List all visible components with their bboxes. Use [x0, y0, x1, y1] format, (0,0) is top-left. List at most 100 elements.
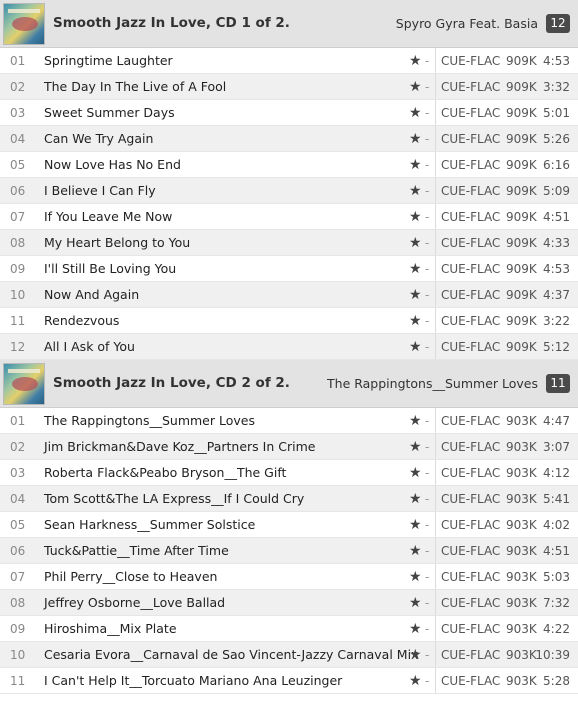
- star-icon[interactable]: ★: [409, 564, 422, 590]
- track-row[interactable]: 05 Sean Harkness__Summer Solstice ★ - CU…: [0, 512, 578, 538]
- star-icon[interactable]: ★: [409, 100, 422, 126]
- track-number: 11: [10, 674, 26, 688]
- column-divider: [435, 178, 436, 203]
- track-title: Roberta Flack&Peabo Bryson__The Gift: [44, 465, 287, 480]
- track-row[interactable]: 04 Tom Scott&The LA Express__If I Could …: [0, 486, 578, 512]
- star-icon[interactable]: ★: [409, 126, 422, 152]
- track-title: All I Ask of You: [44, 339, 135, 354]
- star-icon[interactable]: ★: [409, 178, 422, 204]
- track-number: 04: [10, 492, 26, 506]
- star-icon[interactable]: ★: [409, 308, 422, 334]
- track-row[interactable]: 01 The Rappingtons__Summer Loves ★ - CUE…: [0, 408, 578, 434]
- track-format: CUE-FLAC: [441, 544, 501, 558]
- track-format: CUE-FLAC: [441, 210, 501, 224]
- track-row[interactable]: 07 Phil Perry__Close to Heaven ★ - CUE-F…: [0, 564, 578, 590]
- star-icon[interactable]: ★: [409, 434, 422, 460]
- track-number: 04: [10, 132, 26, 146]
- track-row[interactable]: 02 The Day In The Live of A Fool ★ - CUE…: [0, 74, 578, 100]
- star-icon[interactable]: ★: [409, 334, 422, 360]
- star-icon[interactable]: ★: [409, 74, 422, 100]
- star-icon[interactable]: ★: [409, 152, 422, 178]
- track-title: Can We Try Again: [44, 131, 154, 146]
- track-list: 01 The Rappingtons__Summer Loves ★ - CUE…: [0, 408, 578, 694]
- star-icon[interactable]: ★: [409, 668, 422, 694]
- track-row[interactable]: 11 I Can't Help It__Torcuato Mariano Ana…: [0, 668, 578, 694]
- track-row[interactable]: 10 Cesaria Evora__Carnaval de Sao Vincen…: [0, 642, 578, 668]
- track-bitrate: 909K: [506, 314, 537, 328]
- star-icon[interactable]: ★: [409, 642, 422, 668]
- track-row[interactable]: 11 Rendezvous ★ - CUE-FLAC 909K 3:22: [0, 308, 578, 334]
- star-icon[interactable]: ★: [409, 486, 422, 512]
- track-bitrate: 909K: [506, 340, 537, 354]
- track-format: CUE-FLAC: [441, 340, 501, 354]
- track-number: 09: [10, 262, 26, 276]
- track-row[interactable]: 12 All I Ask of You ★ - CUE-FLAC 909K 5:…: [0, 334, 578, 360]
- column-divider: [435, 564, 436, 589]
- track-row[interactable]: 09 I'll Still Be Loving You ★ - CUE-FLAC…: [0, 256, 578, 282]
- star-icon[interactable]: ★: [409, 256, 422, 282]
- track-row[interactable]: 05 Now Love Has No End ★ - CUE-FLAC 909K…: [0, 152, 578, 178]
- album-header[interactable]: Smooth Jazz In Love, CD 2 of 2. The Rapp…: [0, 360, 578, 408]
- track-bitrate: 909K: [506, 106, 537, 120]
- album-cover[interactable]: [3, 363, 45, 405]
- track-number: 11: [10, 314, 26, 328]
- track-number: 01: [10, 54, 26, 68]
- track-count-badge: 11: [546, 374, 570, 393]
- track-duration: 6:16: [543, 158, 570, 172]
- playlist: Smooth Jazz In Love, CD 1 of 2. Spyro Gy…: [0, 0, 578, 694]
- track-title: Phil Perry__Close to Heaven: [44, 569, 218, 584]
- album-title: Smooth Jazz In Love, CD 1 of 2.: [53, 15, 290, 31]
- track-row[interactable]: 02 Jim Brickman&Dave Koz__Partners In Cr…: [0, 434, 578, 460]
- track-count-badge: 12: [546, 14, 570, 33]
- track-row[interactable]: 07 If You Leave Me Now ★ - CUE-FLAC 909K…: [0, 204, 578, 230]
- track-format: CUE-FLAC: [441, 648, 501, 662]
- track-title: Sean Harkness__Summer Solstice: [44, 517, 256, 532]
- column-divider: [435, 616, 436, 641]
- track-duration: 3:22: [543, 314, 570, 328]
- track-format: CUE-FLAC: [441, 236, 501, 250]
- track-row[interactable]: 08 My Heart Belong to You ★ - CUE-FLAC 9…: [0, 230, 578, 256]
- star-icon[interactable]: ★: [409, 512, 422, 538]
- track-number: 02: [10, 80, 26, 94]
- album-cover[interactable]: [3, 3, 45, 45]
- star-icon[interactable]: ★: [409, 616, 422, 642]
- track-bitrate: 903K: [506, 570, 537, 584]
- track-row[interactable]: 10 Now And Again ★ - CUE-FLAC 909K 4:37: [0, 282, 578, 308]
- track-row[interactable]: 06 I Believe I Can Fly ★ - CUE-FLAC 909K…: [0, 178, 578, 204]
- star-icon[interactable]: ★: [409, 590, 422, 616]
- star-icon[interactable]: ★: [409, 538, 422, 564]
- rating-dash: -: [425, 466, 430, 480]
- column-divider: [435, 126, 436, 151]
- track-row[interactable]: 01 Springtime Laughter ★ - CUE-FLAC 909K…: [0, 48, 578, 74]
- track-title: Rendezvous: [44, 313, 120, 328]
- rating-dash: -: [425, 674, 430, 688]
- track-number: 08: [10, 236, 26, 250]
- track-row[interactable]: 06 Tuck&Pattie__Time After Time ★ - CUE-…: [0, 538, 578, 564]
- track-number: 03: [10, 106, 26, 120]
- track-row[interactable]: 04 Can We Try Again ★ - CUE-FLAC 909K 5:…: [0, 126, 578, 152]
- star-icon[interactable]: ★: [409, 282, 422, 308]
- track-bitrate: 909K: [506, 158, 537, 172]
- track-title: The Day In The Live of A Fool: [44, 79, 227, 94]
- rating-dash: -: [425, 106, 430, 120]
- star-icon[interactable]: ★: [409, 408, 422, 434]
- column-divider: [435, 486, 436, 511]
- track-format: CUE-FLAC: [441, 80, 501, 94]
- track-duration: 5:01: [543, 106, 570, 120]
- track-row[interactable]: 09 Hiroshima__Mix Plate ★ - CUE-FLAC 903…: [0, 616, 578, 642]
- track-number: 03: [10, 466, 26, 480]
- star-icon[interactable]: ★: [409, 230, 422, 256]
- column-divider: [435, 668, 436, 693]
- track-duration: 5:09: [543, 184, 570, 198]
- track-row[interactable]: 03 Roberta Flack&Peabo Bryson__The Gift …: [0, 460, 578, 486]
- track-format: CUE-FLAC: [441, 414, 501, 428]
- column-divider: [435, 74, 436, 99]
- column-divider: [435, 512, 436, 537]
- track-row[interactable]: 08 Jeffrey Osborne__Love Ballad ★ - CUE-…: [0, 590, 578, 616]
- star-icon[interactable]: ★: [409, 460, 422, 486]
- album-header[interactable]: Smooth Jazz In Love, CD 1 of 2. Spyro Gy…: [0, 0, 578, 48]
- star-icon[interactable]: ★: [409, 204, 422, 230]
- star-icon[interactable]: ★: [409, 48, 422, 74]
- track-duration: 4:53: [543, 262, 570, 276]
- track-row[interactable]: 03 Sweet Summer Days ★ - CUE-FLAC 909K 5…: [0, 100, 578, 126]
